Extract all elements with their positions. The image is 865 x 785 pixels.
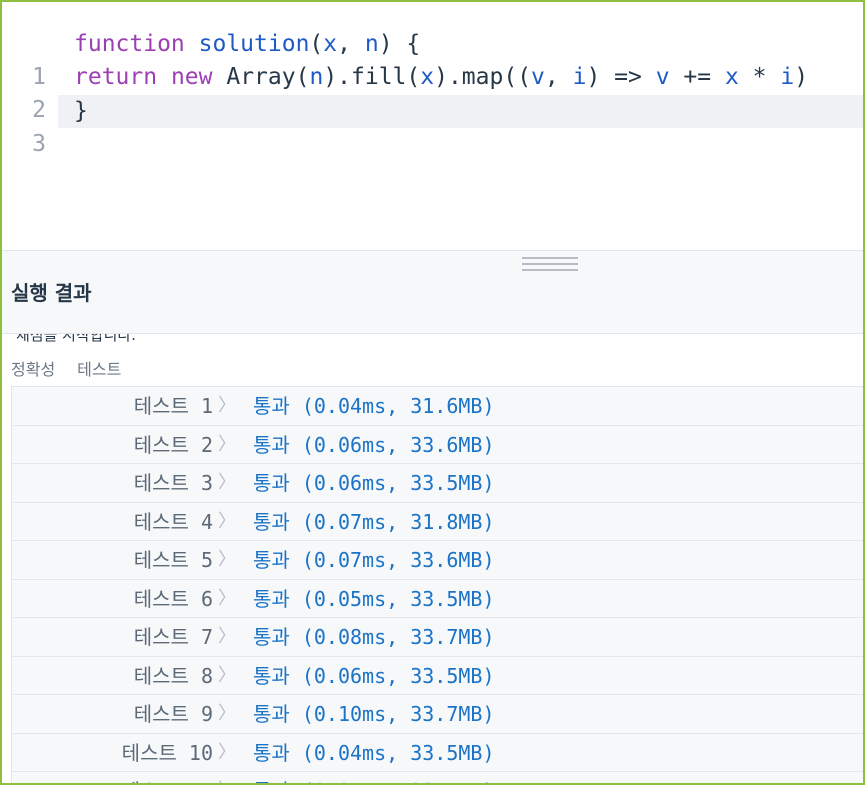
test-result: 통과 (0.06ms, 33.5MB) [253, 663, 495, 688]
test-row[interactable]: 테스트 1 〉 통과 (0.04ms, 31.6MB) [12, 387, 863, 426]
test-name: 테스트 1 [133, 394, 213, 418]
window-frame: 1 function solution(x, n) { 2 return new… [0, 0, 865, 785]
test-name: 테스트 5 [133, 548, 213, 572]
test-result: 통과 (0.04ms, 33.5MB) [253, 740, 495, 765]
grading-message: 채점을 시작합니다. [16, 333, 136, 344]
test-name: 테스트 10 [121, 740, 213, 765]
test-result: 통과 (0.07ms, 33.5MB) [253, 772, 495, 783]
test-row[interactable]: 테스트 11 〉 통과 (0.07ms, 33.5MB) [12, 772, 863, 783]
test-row[interactable]: 테스트 5 〉 통과 (0.07ms, 33.6MB) [12, 541, 863, 580]
chevron-right-icon[interactable]: 〉 [218, 695, 236, 733]
chevron-right-icon[interactable]: 〉 [218, 464, 236, 502]
test-row[interactable]: 테스트 9 〉 통과 (0.10ms, 33.7MB) [12, 695, 863, 734]
test-row[interactable]: 테스트 4 〉 통과 (0.07ms, 31.8MB) [12, 503, 863, 541]
section-label: 정확성 테스트 [11, 360, 122, 379]
test-name: 테스트 6 [133, 586, 213, 611]
test-result: 통과 (0.06ms, 33.6MB) [253, 432, 495, 457]
code-line-3[interactable]: 3 } [2, 95, 863, 157]
test-row[interactable]: 테스트 2 〉 통과 (0.06ms, 33.6MB) [12, 426, 863, 464]
test-result: 통과 (0.05ms, 33.5MB) [253, 586, 495, 611]
test-result: 통과 (0.06ms, 33.5MB) [253, 471, 495, 495]
chevron-right-icon[interactable]: 〉 [218, 541, 236, 579]
test-result: 통과 (0.08ms, 33.7MB) [253, 625, 495, 649]
test-result: 통과 (0.04ms, 31.6MB) [253, 394, 495, 418]
code-line-1[interactable]: 1 function solution(x, n) { [2, 28, 863, 90]
test-name: 테스트 2 [133, 432, 213, 457]
code-text[interactable]: return new Array(n).fill(x).map((v, i) =… [58, 61, 863, 94]
results-output[interactable]: 채점을 시작합니다. 정확성 테스트 테스트 1 〉 통과 (0.04ms, 31.6… [2, 333, 863, 783]
test-row[interactable]: 테스트 6 〉 통과 (0.05ms, 33.5MB) [12, 580, 863, 618]
code-text[interactable]: function solution(x, n) { [58, 28, 863, 61]
chevron-right-icon[interactable]: 〉 [218, 657, 236, 695]
chevron-right-icon[interactable]: 〉 [218, 618, 236, 656]
chevron-right-icon[interactable]: 〉 [218, 503, 236, 541]
keyword-token: function [74, 31, 185, 57]
panel-resize-handle[interactable] [522, 257, 578, 271]
test-result: 통과 (0.07ms, 33.6MB) [253, 548, 495, 572]
function-name-token: solution [198, 31, 310, 57]
chevron-right-icon[interactable]: 〉 [218, 734, 236, 772]
test-results-list: 테스트 1 〉 통과 (0.04ms, 31.6MB) 테스트 2 〉 통과 (0.06m… [11, 386, 863, 783]
test-name: 테스트 11 [122, 772, 213, 783]
test-row[interactable]: 테스트 10 〉 통과 (0.04ms, 33.5MB) [12, 734, 863, 772]
chevron-right-icon[interactable]: 〉 [218, 580, 236, 618]
test-row[interactable]: 테스트 7 〉 통과 (0.08ms, 33.7MB) [12, 618, 863, 657]
test-name: 테스트 4 [133, 509, 213, 534]
test-row[interactable]: 테스트 3 〉 통과 (0.06ms, 33.5MB) [12, 464, 863, 503]
test-name: 테스트 8 [133, 663, 213, 688]
chevron-right-icon[interactable]: 〉 [218, 387, 236, 425]
chevron-right-icon[interactable]: 〉 [218, 772, 236, 783]
test-name: 테스트 3 [133, 471, 213, 495]
results-panel: 실행 결과 채점을 시작합니다. 정확성 테스트 테스트 1 〉 통과 (0.04ms… [2, 250, 863, 783]
line-number: 3 [32, 131, 46, 157]
code-line-2[interactable]: 2 return new Array(n).fill(x).map((v, i)… [2, 61, 863, 123]
test-row[interactable]: 테스트 8 〉 통과 (0.06ms, 33.5MB) [12, 657, 863, 695]
results-title: 실행 결과 [11, 281, 92, 305]
chevron-right-icon[interactable]: 〉 [218, 426, 236, 464]
code-editor[interactable]: 1 function solution(x, n) { 2 return new… [2, 2, 863, 250]
test-name: 테스트 7 [133, 625, 213, 649]
test-name: 테스트 9 [133, 702, 213, 726]
test-result: 통과 (0.07ms, 31.8MB) [253, 509, 495, 534]
test-result: 통과 (0.10ms, 33.7MB) [253, 702, 495, 726]
code-text[interactable]: } [58, 95, 863, 128]
